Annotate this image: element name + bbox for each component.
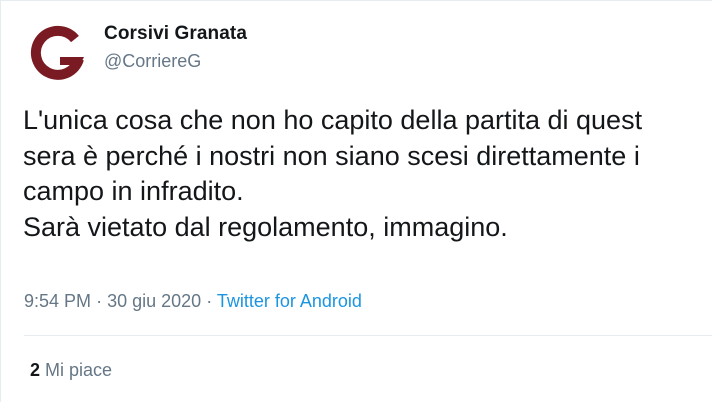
meta-separator: ·	[96, 291, 103, 311]
likes-stat[interactable]: 2 Mi piace	[30, 360, 112, 381]
tweet-text-line: Sarà vietato dal regolamento, immagino.	[23, 211, 508, 242]
tweet-text-line: campo in infradito.	[23, 176, 244, 206]
likes-label: Mi piace	[45, 360, 113, 380]
tweet-meta: 9:54 PM · 30 giu 2020 · Twitter for Andr…	[24, 291, 362, 312]
avatar[interactable]	[24, 19, 92, 87]
tweet-date[interactable]: 30 giu 2020	[107, 291, 201, 311]
tweet-source-link[interactable]: Twitter for Android	[217, 291, 362, 311]
tweet-time[interactable]: 9:54 PM	[24, 291, 91, 311]
tweet-card: Corsivi Granata @CorriereG L'unica cosa …	[0, 0, 712, 402]
granata-g-logo-icon	[30, 25, 84, 80]
tweet-text: L'unica cosa che non ho capito della par…	[23, 103, 712, 245]
tweet-text-line: L'unica cosa che non ho capito della par…	[23, 105, 643, 135]
divider	[24, 335, 712, 336]
author-display-name[interactable]: Corsivi Granata	[104, 23, 247, 45]
tweet-text-line: sera è perché i nostri non siano scesi d…	[23, 140, 640, 171]
likes-count: 2	[30, 360, 41, 380]
author-handle[interactable]: @CorriereG	[104, 51, 201, 72]
meta-separator: ·	[206, 291, 213, 311]
